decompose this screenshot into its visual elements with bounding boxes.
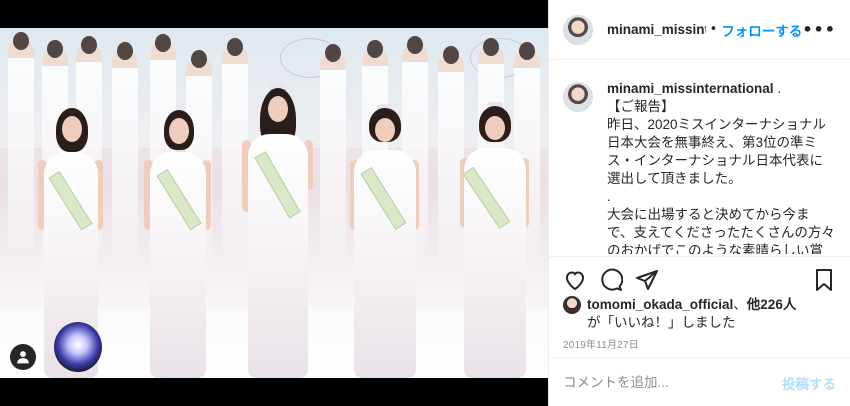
winner: [142, 110, 214, 378]
person-icon[interactable]: [10, 344, 36, 370]
likes-suffix: が「いいね！」しました: [587, 315, 736, 330]
caption-trailing: .: [773, 81, 782, 96]
caption-section: minami_missinternational . 【ご報告】 昨日、2020…: [549, 60, 850, 254]
caption-text: minami_missinternational . 【ご報告】 昨日、2020…: [607, 80, 835, 254]
likes-others-link[interactable]: 他226人: [747, 296, 797, 314]
header-username[interactable]: minami_missinternational: [607, 22, 706, 37]
post-header: minami_missinternational • フォローする •••: [549, 0, 850, 60]
winner: [458, 102, 532, 378]
avatar[interactable]: [563, 82, 593, 112]
post-side-panel: minami_missinternational • フォローする ••• mi…: [548, 0, 850, 406]
share-icon[interactable]: [635, 268, 659, 292]
stage-spotlight: [54, 322, 102, 372]
winner-grand: [240, 82, 316, 378]
bookmark-icon[interactable]: [812, 268, 836, 292]
likes-summary: tomomi_okada_official、他226人 が「いいね！」しました: [563, 296, 836, 332]
more-options-icon[interactable]: •••: [802, 20, 836, 39]
caption-line: 昨日、2020ミスインターナショナル日本大会を無事終え、第3位の準ミス・インター…: [607, 117, 827, 186]
post-date[interactable]: 2019年11月27日: [563, 336, 639, 351]
caption-line: 【ご報告】: [607, 99, 675, 114]
separator-dot: •: [709, 22, 718, 37]
contestant: [8, 32, 34, 250]
caption-username[interactable]: minami_missinternational: [607, 81, 774, 96]
post-photo[interactable]: [0, 0, 548, 406]
winner: [348, 104, 422, 378]
likes-joiner: 、: [733, 297, 747, 312]
comment-icon[interactable]: [599, 268, 624, 292]
contestant: [320, 44, 346, 262]
heart-icon[interactable]: [563, 268, 587, 292]
post-comment-button[interactable]: 投稿する: [782, 373, 836, 393]
avatar[interactable]: [563, 296, 581, 314]
caption-line: .: [607, 189, 611, 204]
follow-button[interactable]: フォローする: [721, 20, 802, 40]
comment-bar: 投稿する: [549, 358, 850, 406]
contestant: [112, 42, 138, 260]
comment-input[interactable]: [563, 375, 782, 390]
avatar[interactable]: [563, 14, 593, 45]
caption-line: 大会に出場すると決めてから今まで、支えてくださったたくさんの方々のおかげでこのよ…: [607, 207, 835, 254]
liker-username[interactable]: tomomi_okada_official: [587, 296, 733, 314]
